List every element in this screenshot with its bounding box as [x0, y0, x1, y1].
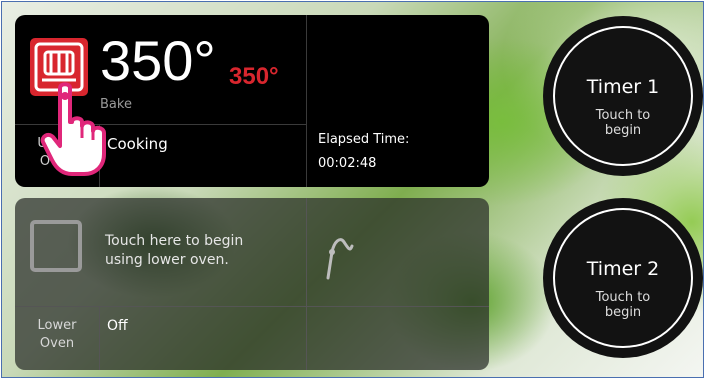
- lower-oven-prompt-line1: Touch here to begin: [105, 233, 244, 249]
- current-temperature: 350°: [100, 29, 216, 92]
- oven-control-screen: 350° 350° Bake Upper Oven Cooking Elapse…: [1, 1, 704, 378]
- set-temperature[interactable]: 350°: [229, 63, 279, 91]
- timer-hint-line1: Touch to: [595, 290, 651, 305]
- empty-square-icon[interactable]: [30, 220, 82, 272]
- timer-hint-line2: begin: [604, 305, 642, 320]
- elapsed-time-label: Elapsed Time:: [318, 132, 410, 147]
- lower-oven-panel[interactable]: Touch here to begin using lower oven. Lo…: [15, 198, 489, 370]
- oven-status: Off: [107, 318, 128, 334]
- panel-divider: [99, 306, 100, 370]
- panel-divider: [306, 15, 307, 187]
- touch-hand-icon: [40, 82, 110, 182]
- timer-title: Timer 2: [586, 258, 660, 280]
- probe-icon: [318, 222, 358, 282]
- timer-title: Timer 1: [586, 76, 660, 98]
- panel-divider: [15, 306, 489, 307]
- timer-2-button[interactable]: Timer 2 Touch to begin: [543, 198, 703, 358]
- panel-divider: [306, 198, 307, 370]
- timer-hint-line1: Touch to: [595, 108, 651, 123]
- timer-hint-line2: begin: [604, 123, 642, 138]
- oven-name-line2: Oven: [39, 336, 75, 351]
- lower-oven-prompt-line2: using lower oven.: [105, 252, 229, 268]
- timer-1-button[interactable]: Timer 1 Touch to begin: [543, 16, 703, 176]
- elapsed-time-value: 00:02:48: [318, 156, 377, 171]
- oven-status: Cooking: [107, 135, 168, 153]
- oven-name-line1: Lower: [37, 318, 77, 333]
